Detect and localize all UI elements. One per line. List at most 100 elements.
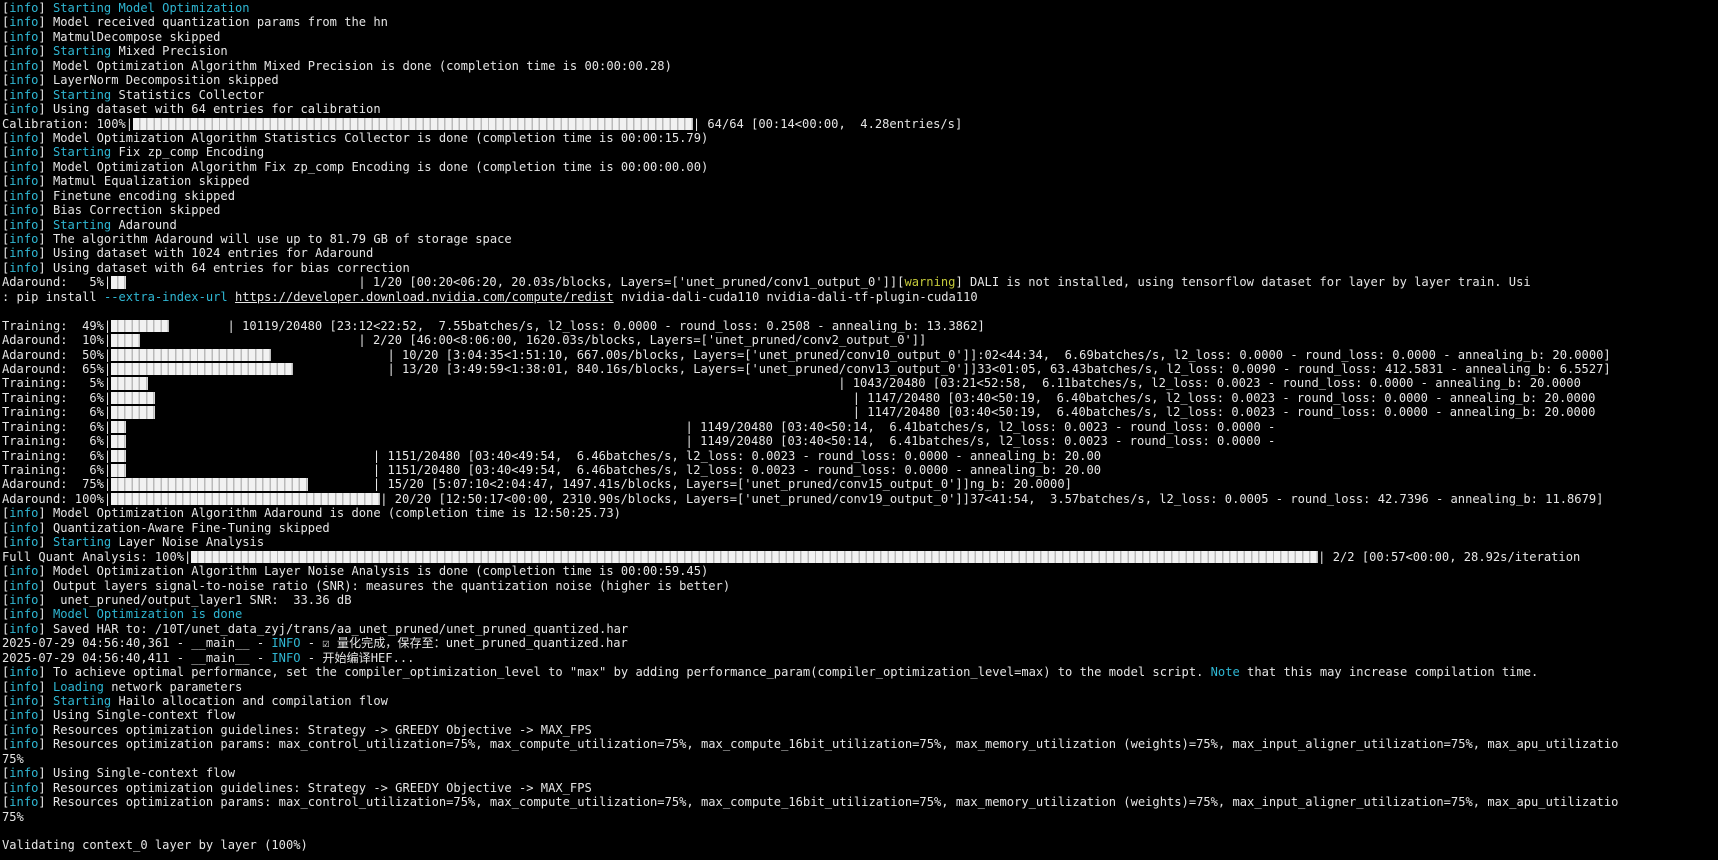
progress-stats: | 15/20 [5:07:10<2:04:47, 1497.41s/block… xyxy=(372,477,1072,492)
log-prefix-bracket: ] xyxy=(38,87,53,102)
log-prefix-bracket: ] xyxy=(38,203,53,218)
progress-bar-fill xyxy=(111,362,293,376)
log-line: 2025-07-29 04:56:40,411 - __main__ - INF… xyxy=(0,651,1718,665)
log-line: [info] Using Single-context flow xyxy=(0,766,1718,780)
log-level-tag: info xyxy=(9,58,39,73)
log-line: [info] unet_pruned/output_layer1 SNR: 33… xyxy=(0,593,1718,607)
log-level-tag: info xyxy=(9,737,39,752)
log-line: [info] Starting Model Optimization xyxy=(0,1,1718,15)
log-text: Model received quantization params from … xyxy=(52,15,388,30)
log-prefix-bracket: ] xyxy=(38,766,53,781)
progress-line: Training: 6%| | 1149/20480 [03:40<50:14, … xyxy=(0,434,1718,448)
progress-label: Full Quant Analysis: 100%| xyxy=(2,549,192,564)
progress-stats: | 1149/20480 [03:40<50:14, 6.41batches/s… xyxy=(685,434,1276,449)
progress-stats: | 10/20 [3:04:35<1:51:10, 667.00s/blocks… xyxy=(387,347,1611,362)
log-text: Resources optimization guidelines: Strat… xyxy=(52,780,592,795)
progress-line: Adaround: 65%| | 13/20 [3:49:59<1:38:01, … xyxy=(0,362,1718,376)
progress-line: Training: 6%| | 1151/20480 [03:40<49:54, … xyxy=(0,449,1718,463)
progress-bar-fill xyxy=(111,464,126,477)
log-prefix-bracket: ] xyxy=(38,795,53,810)
log-text: Model Optimization Algorithm Adaround is… xyxy=(52,506,621,521)
progress-line: Training: 49%| | 10119/20480 [23:12<22:52… xyxy=(0,319,1718,333)
progress-stats: | 20/20 [12:50:17<00:00, 2310.90s/blocks… xyxy=(380,491,1604,506)
log-text: Resources optimization guidelines: Strat… xyxy=(52,722,592,737)
log-text: --extra-index-url xyxy=(103,289,228,304)
log-prefix-bracket: ] xyxy=(38,15,53,30)
progress-bar-empty xyxy=(126,420,686,434)
progress-bar-empty xyxy=(148,376,839,390)
progress-bar-empty xyxy=(126,463,373,477)
log-level-tag: info xyxy=(9,564,39,579)
log-text: Using dataset with 1024 entries for Adar… xyxy=(52,246,374,261)
log-text: Starting xyxy=(52,535,112,550)
progress-bar-fill xyxy=(111,391,155,405)
log-prefix-bracket: ] xyxy=(38,188,53,203)
log-level-tag: info xyxy=(9,607,39,622)
log-prefix-bracket: ] xyxy=(38,708,53,723)
warning-tag: warning xyxy=(904,275,956,290)
log-text: Hailo allocation and compilation flow xyxy=(111,694,388,708)
log-text: Resources optimization params: max_contr… xyxy=(52,795,1619,810)
log-text: Starting xyxy=(52,44,112,59)
log-text: 75% xyxy=(2,751,24,766)
progress-bar-empty xyxy=(293,362,388,376)
log-line: [info] Matmul Equalization skipped xyxy=(0,174,1718,188)
log-text: Fix zp_comp Encoding xyxy=(111,145,265,160)
log-prefix-bracket: ] xyxy=(38,679,53,694)
log-text: : pip install xyxy=(2,289,104,304)
log-line: [info] Finetune encoding skipped xyxy=(0,189,1718,203)
log-text: Note xyxy=(1210,665,1240,680)
terminal-window[interactable]: [info] Starting Model Optimization [info]… xyxy=(0,0,1718,860)
log-text: Statistics Collector xyxy=(111,87,265,102)
log-text: Model Optimization Algorithm Fix zp_comp… xyxy=(52,159,709,174)
log-level-tag: info xyxy=(9,203,39,218)
log-level-tag: info xyxy=(9,722,39,737)
progress-bar-empty xyxy=(308,477,373,491)
progress-label: Adaround: 5%| xyxy=(2,275,112,290)
log-line: [info] Using Single-context flow xyxy=(0,708,1718,722)
log-line: [info] LayerNorm Decomposition skipped xyxy=(0,73,1718,87)
log-line: [info] Saved HAR to: /10T/unet_data_zyj/… xyxy=(0,622,1718,636)
log-text: Model Optimization Algorithm Layer Noise… xyxy=(52,564,709,579)
progress-line: Adaround: 50%| | 10/20 [3:04:35<1:51:10, … xyxy=(0,348,1718,362)
log-level-tag: info xyxy=(9,217,39,232)
log-level-tag: info xyxy=(9,130,39,145)
log-level-tag: info xyxy=(9,708,39,723)
log-text: Starting Model Optimization xyxy=(52,1,250,15)
log-level-tag: info xyxy=(9,174,39,189)
log-line: [info] Bias Correction skipped xyxy=(0,203,1718,217)
progress-stats: | 64/64 [00:14<00:00, 4.28entries/s] xyxy=(692,116,963,131)
progress-bar-fill xyxy=(111,406,155,419)
progress-label: Training: 49%| xyxy=(2,318,112,333)
log-text: Adaround xyxy=(111,217,177,232)
progress-line: Adaround: 75%| | 15/20 [5:07:10<2:04:47, … xyxy=(0,477,1718,491)
progress-line: Adaround: 5%| | 1/20 [00:20<06:20, 20.03s… xyxy=(0,275,1718,289)
progress-bar-fill xyxy=(111,492,381,506)
log-level-tag: info xyxy=(9,188,39,203)
log-line: [info] MatmulDecompose skipped xyxy=(0,30,1718,44)
log-line: [info] Quantization-Aware Fine-Tuning sk… xyxy=(0,521,1718,535)
log-line: [info] Starting Layer Noise Analysis xyxy=(0,535,1718,549)
progress-line: Adaround: 100%| | 20/20 [12:50:17<00:00, … xyxy=(0,492,1718,506)
progress-bar-fill xyxy=(111,319,170,333)
log-level-tag: info xyxy=(9,578,39,593)
progress-bar-fill xyxy=(111,276,126,289)
progress-bar-empty xyxy=(271,348,387,362)
log-text: Bias Correction skipped xyxy=(52,203,221,218)
log-line: [info] Resources optimization params: ma… xyxy=(0,795,1718,809)
log-level-tag: info xyxy=(9,679,39,694)
progress-stats: | 2/2 [00:57<00:00, 28.92s/iteration xyxy=(1318,549,1581,564)
log-text: Starting xyxy=(52,87,112,102)
log-text: - 开始编译HEF... xyxy=(300,650,415,665)
progress-line: Calibration: 100%| | 64/64 [00:14<00:00, … xyxy=(0,117,1718,131)
log-prefix-bracket: ] xyxy=(38,232,53,246)
log-level-tag: info xyxy=(9,665,39,680)
log-line: [info] To achieve optimal performance, s… xyxy=(0,665,1718,679)
log-text: Saved HAR to: /10T/unet_data_zyj/trans/a… xyxy=(52,621,629,636)
log-line: [info] Output layers signal-to-noise rat… xyxy=(0,579,1718,593)
log-line: [info] Using dataset with 64 entries for… xyxy=(0,102,1718,116)
log-text: Starting xyxy=(52,217,112,232)
log-text: Using Single-context flow xyxy=(52,708,235,723)
log-text: The algorithm Adaround will use up to 81… xyxy=(52,232,512,246)
